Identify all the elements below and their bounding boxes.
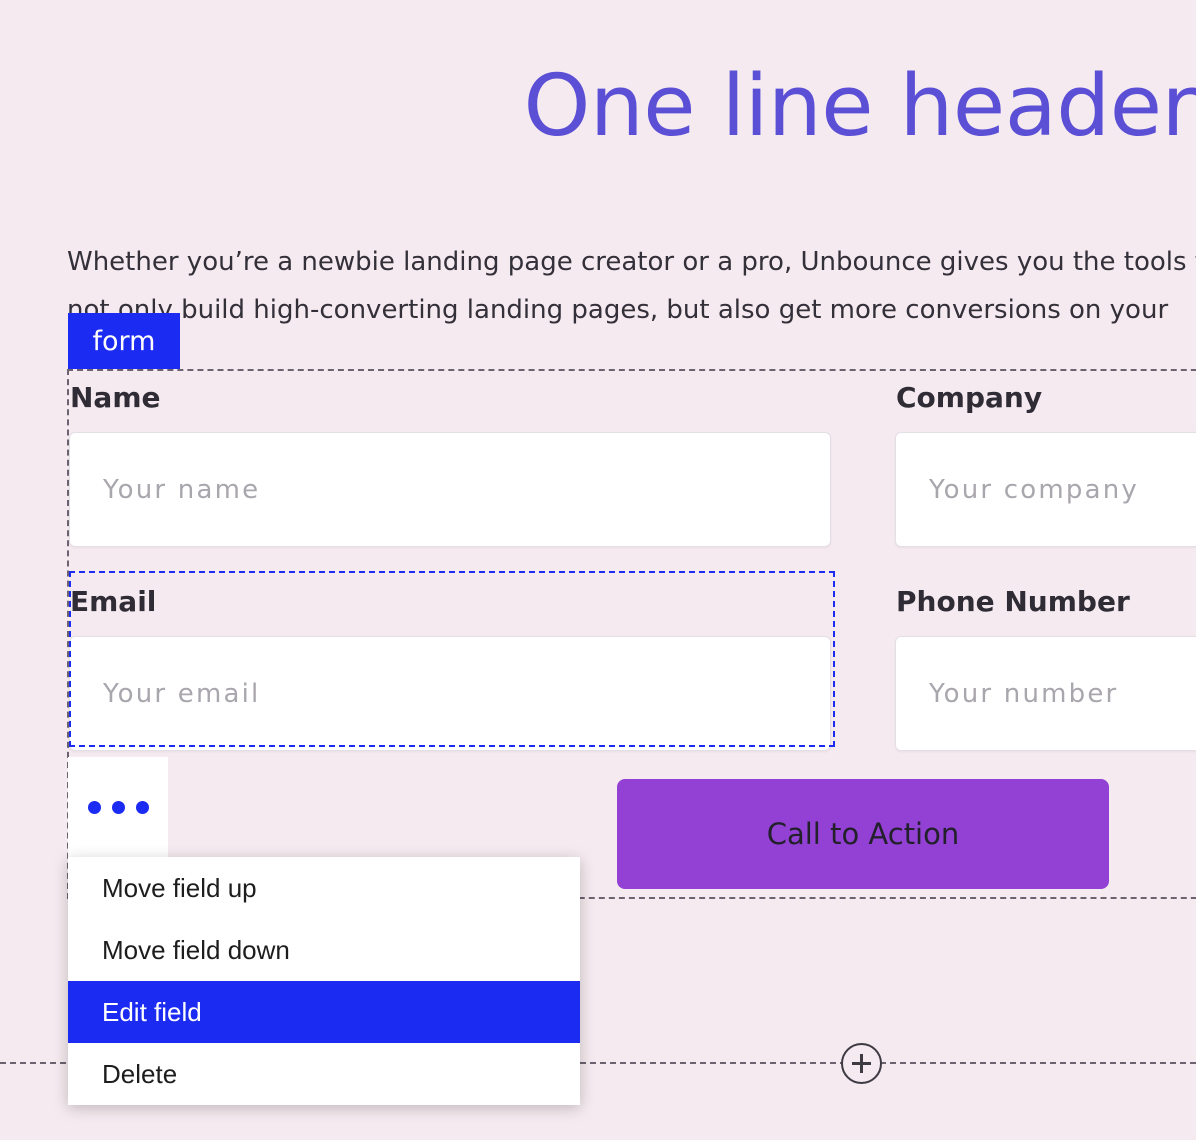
- email-input[interactable]: Your email: [69, 636, 831, 751]
- three-dots-icon[interactable]: [68, 757, 168, 857]
- company-input-placeholder: Your company: [929, 474, 1139, 505]
- menu-item-delete[interactable]: Delete: [68, 1043, 580, 1105]
- name-input[interactable]: Your name: [69, 432, 831, 547]
- menu-item-move-field-up[interactable]: Move field up: [68, 857, 580, 919]
- dot-3: [135, 800, 149, 814]
- phone-number-input[interactable]: Your number: [895, 636, 1196, 751]
- email-input-placeholder: Your email: [103, 678, 261, 709]
- field-label-email: Email: [70, 585, 157, 618]
- field-label-phone-number: Phone Number: [896, 585, 1130, 618]
- phone-number-input-placeholder: Your number: [929, 678, 1119, 709]
- plus-circle-icon[interactable]: [841, 1043, 882, 1084]
- intro-paragraph[interactable]: Whether you’re a newbie landing page cre…: [67, 238, 1196, 382]
- form-field-email[interactable]: Email Your email: [69, 575, 897, 777]
- plus-horizontal-stroke: [852, 1062, 871, 1065]
- field-label-name: Name: [70, 381, 161, 414]
- name-input-placeholder: Your name: [103, 474, 261, 505]
- form-field-company[interactable]: Company Your company: [895, 371, 1196, 571]
- call-to-action-button[interactable]: Call to Action: [617, 779, 1109, 889]
- menu-item-move-field-down[interactable]: Move field down: [68, 919, 580, 981]
- field-label-company: Company: [896, 381, 1043, 414]
- form-element-badge[interactable]: form: [68, 313, 180, 369]
- landing-page-canvas: One line header Whether you’re a newbie …: [0, 0, 1196, 1140]
- company-input[interactable]: Your company: [895, 432, 1196, 547]
- dot-1: [87, 800, 101, 814]
- page-title[interactable]: One line header: [0, 52, 1196, 162]
- form-field-phone[interactable]: Phone Number Your number: [895, 575, 1196, 777]
- form-field-name[interactable]: Name Your name: [69, 371, 897, 571]
- menu-item-edit-field[interactable]: Edit field: [68, 981, 580, 1043]
- dot-2: [111, 800, 125, 814]
- field-context-menu[interactable]: Move field up Move field down Edit field…: [68, 857, 580, 1105]
